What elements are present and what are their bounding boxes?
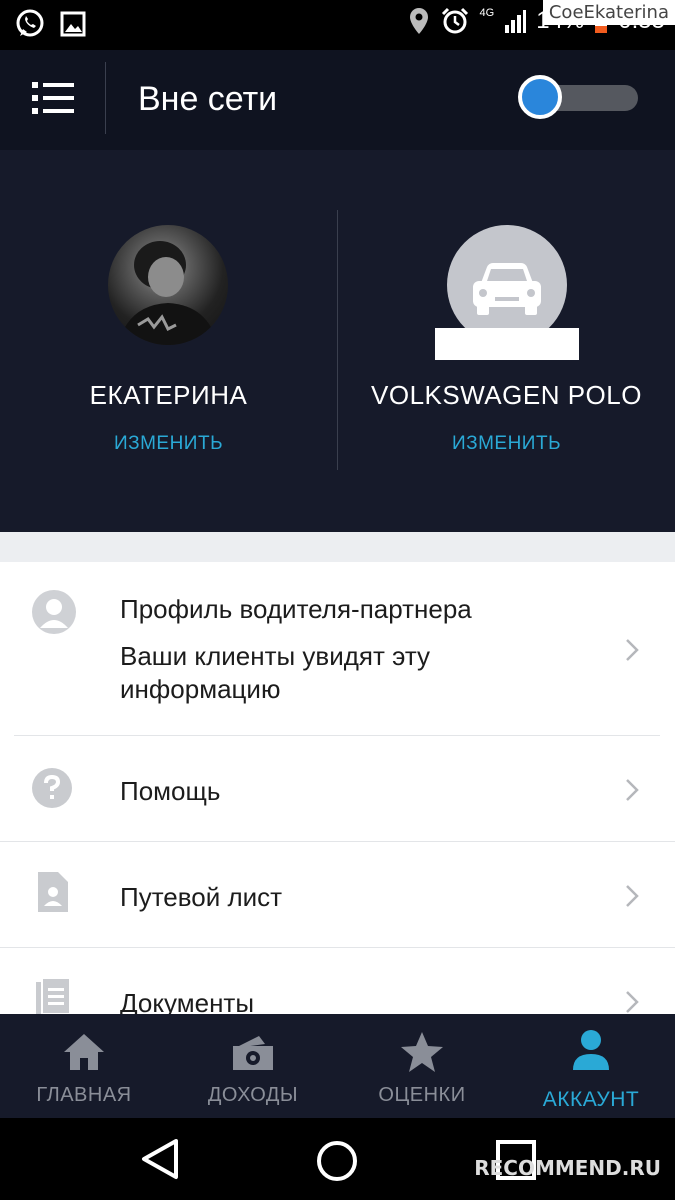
list-item-waybill[interactable]: Путевой лист: [0, 842, 675, 947]
star-icon: [401, 1032, 443, 1072]
chevron-right-icon: [626, 779, 639, 801]
header-divider: [105, 62, 106, 134]
car-icon: [473, 263, 541, 315]
tab-account[interactable]: АККАУНТ: [507, 1014, 675, 1118]
account-icon: [573, 1030, 609, 1070]
toggle-knob: [518, 75, 562, 119]
help-icon: [32, 768, 72, 808]
item-title: Помощь: [120, 776, 221, 806]
chevron-right-icon: [626, 639, 639, 661]
whatsapp-icon: [16, 9, 44, 37]
item-title: Путевой лист: [120, 882, 283, 912]
tab-label: ОЦЕНКИ: [378, 1084, 466, 1106]
earnings-icon: [233, 1036, 273, 1070]
vehicle-avatar[interactable]: [447, 225, 567, 345]
status-bar: 4G 14% 0:55 CoeEkaterina: [0, 0, 675, 50]
location-icon: [409, 8, 428, 34]
chevron-right-icon: [626, 885, 639, 907]
list-item-documents[interactable]: Документы: [0, 948, 675, 1014]
bottom-tab-bar: ГЛАВНАЯ ДОХОДЫ ОЦЕНКИ АККАУНТ: [0, 1014, 675, 1118]
chevron-right-icon: [626, 991, 639, 1013]
signal-icon: [505, 10, 527, 33]
menu-icon[interactable]: [32, 82, 74, 114]
item-subtitle: Ваши клиенты увидят эту информацию: [120, 641, 431, 704]
list-item-partner-profile[interactable]: Профиль водителя-партнера Ваши клиенты у…: [0, 562, 675, 736]
watermark-top: CoeEkaterina: [542, 0, 675, 25]
tab-earnings[interactable]: ДОХОДЫ: [169, 1014, 337, 1118]
alarm-icon: [441, 7, 468, 34]
driver-name: ЕКАТЕРИНА: [89, 380, 248, 410]
documents-icon: [36, 978, 70, 1014]
online-toggle[interactable]: [518, 75, 640, 121]
vehicle-profile: VOLKSWAGEN POLO ИЗМЕНИТЬ: [338, 150, 675, 532]
home-circle-icon[interactable]: [316, 1140, 358, 1182]
app-header: Вне сети: [0, 50, 675, 150]
network-label: 4G: [479, 7, 495, 19]
profile-area: ЕКАТЕРИНА ИЗМЕНИТЬ VOLKSWAGEN POLO ИЗМЕН…: [0, 150, 675, 532]
account-menu: Профиль водителя-партнера Ваши клиенты у…: [0, 562, 675, 1014]
item-title: Документы: [120, 988, 255, 1014]
tab-label: АККАУНТ: [542, 1088, 640, 1111]
tab-ratings[interactable]: ОЦЕНКИ: [338, 1014, 506, 1118]
driver-avatar[interactable]: [108, 225, 228, 345]
vehicle-name: VOLKSWAGEN POLO: [371, 380, 642, 410]
driver-photo-icon: [118, 241, 218, 345]
license-plate-redaction: [435, 328, 579, 360]
section-gap: [0, 532, 675, 562]
gallery-icon: [60, 11, 86, 37]
back-icon[interactable]: [140, 1138, 180, 1180]
driver-edit-link[interactable]: ИЗМЕНИТЬ: [0, 433, 337, 455]
page-title: Вне сети: [138, 80, 278, 118]
tab-home[interactable]: ГЛАВНАЯ: [0, 1014, 168, 1118]
item-title: Профиль водителя-партнера: [120, 594, 472, 624]
user-circle-icon: [32, 590, 76, 634]
vehicle-edit-link[interactable]: ИЗМЕНИТЬ: [338, 433, 675, 455]
tab-label: ГЛАВНАЯ: [36, 1084, 132, 1106]
document-person-icon: [38, 872, 68, 912]
list-item-help[interactable]: Помощь: [0, 736, 675, 841]
home-icon: [64, 1034, 104, 1070]
watermark-bottom: RECOMMEND.RU: [474, 1156, 661, 1180]
driver-profile: ЕКАТЕРИНА ИЗМЕНИТЬ: [0, 150, 337, 532]
tab-label: ДОХОДЫ: [207, 1084, 299, 1106]
